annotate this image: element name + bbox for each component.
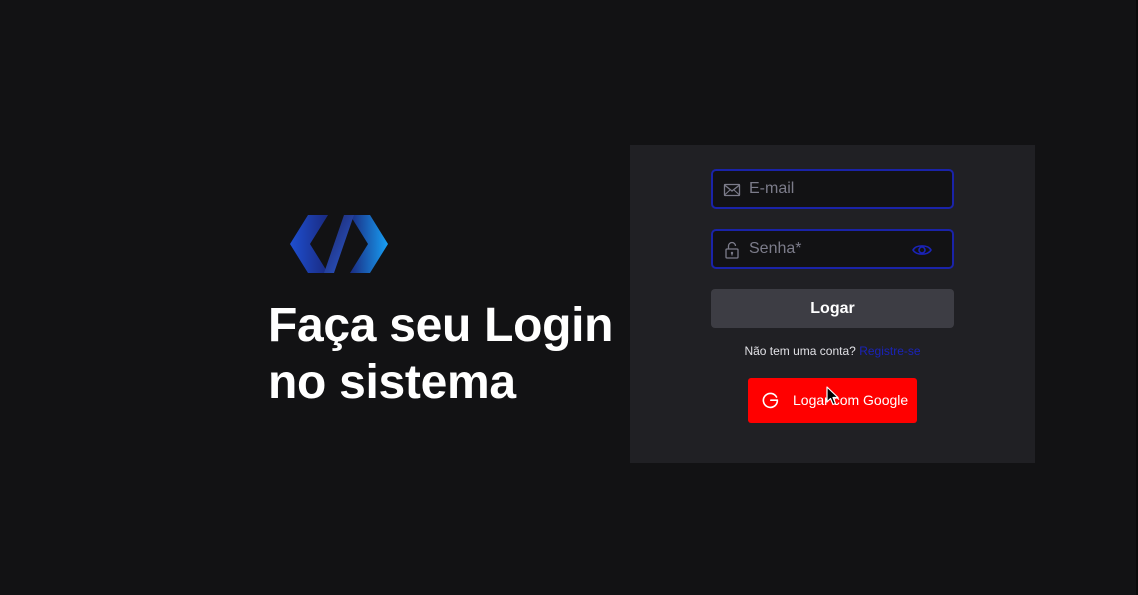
eye-icon[interactable] xyxy=(912,241,932,259)
signup-prompt: Não tem uma conta? Registre-se xyxy=(630,344,1035,358)
page-title-line-1: Faça seu Login xyxy=(268,299,614,352)
envelope-icon xyxy=(723,183,741,197)
page-title: Faça seu Login no sistema xyxy=(268,297,614,411)
email-input[interactable] xyxy=(749,171,909,207)
password-field[interactable] xyxy=(711,229,954,269)
lock-icon xyxy=(725,241,739,259)
password-input[interactable] xyxy=(749,231,909,267)
google-login-label: Logar com Google xyxy=(793,392,909,408)
login-button[interactable]: Logar xyxy=(711,289,954,328)
google-g-icon xyxy=(762,392,779,409)
login-card: Logar Não tem uma conta? Registre-se Log… xyxy=(630,145,1035,463)
signup-link[interactable]: Registre-se xyxy=(859,344,920,358)
signup-prompt-text: Não tem uma conta? xyxy=(744,344,856,358)
google-login-button[interactable]: Logar com Google xyxy=(748,378,917,423)
page-title-line-2: no sistema xyxy=(268,356,516,409)
email-field[interactable] xyxy=(711,169,954,209)
code-brackets-logo-icon xyxy=(290,215,388,273)
login-page: Faça seu Login no sistema E-mail Logar N… xyxy=(0,0,1138,595)
